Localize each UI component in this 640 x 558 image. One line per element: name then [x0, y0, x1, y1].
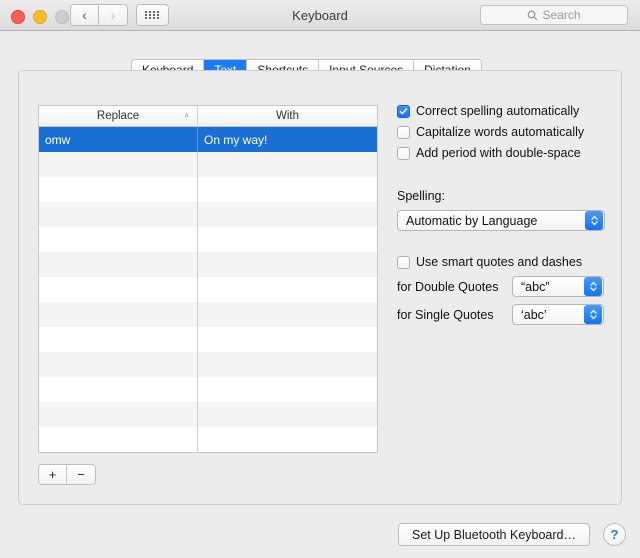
table-row[interactable]	[39, 327, 377, 352]
single-quotes-popup-button[interactable]: ‘abc’	[512, 304, 604, 325]
double-quotes-popup-button[interactable]: “abc”	[512, 276, 604, 297]
table-row[interactable]	[39, 427, 377, 452]
add-remove-control: + −	[38, 464, 96, 485]
cell-with[interactable]	[198, 152, 377, 177]
cell-with[interactable]	[198, 202, 377, 227]
set-up-bluetooth-keyboard-button[interactable]: Set Up Bluetooth Keyboard…	[398, 523, 590, 546]
cell-replace[interactable]: omw	[39, 127, 198, 152]
cell-replace[interactable]	[39, 277, 198, 302]
table-row[interactable]	[39, 252, 377, 277]
table-row[interactable]	[39, 227, 377, 252]
cell-with[interactable]	[198, 277, 377, 302]
checkbox-box[interactable]	[397, 147, 410, 160]
table-row[interactable]	[39, 177, 377, 202]
window-titlebar: ‹ › Keyboard Search	[0, 0, 640, 31]
column-header-label: Replace	[96, 110, 140, 122]
cell-with[interactable]	[198, 177, 377, 202]
checkbox-capitalize-words[interactable]: Capitalize words automatically	[397, 125, 612, 140]
cell-with[interactable]	[198, 327, 377, 352]
cell-replace[interactable]	[39, 227, 198, 252]
table-row[interactable]: omw On my way!	[39, 127, 377, 152]
spelling-label: Spelling:	[397, 189, 445, 203]
single-quotes-label: for Single Quotes	[397, 308, 494, 322]
cell-with[interactable]	[198, 252, 377, 277]
table-row[interactable]	[39, 352, 377, 377]
checkbox-smart-quotes[interactable]: Use smart quotes and dashes	[397, 255, 582, 270]
column-header-with[interactable]: With	[198, 106, 377, 126]
checkbox-correct-spelling[interactable]: Correct spelling automatically	[397, 104, 612, 119]
chevron-updown-icon	[584, 305, 602, 324]
cell-replace[interactable]	[39, 377, 198, 402]
window-title-text: Keyboard	[292, 8, 348, 23]
cell-with[interactable]	[198, 352, 377, 377]
checkbox-label: Correct spelling automatically	[416, 104, 580, 118]
sort-ascending-icon: ˄	[184, 111, 189, 121]
checkmark-icon	[399, 108, 408, 115]
checkbox-label: Add period with double-space	[416, 146, 581, 160]
double-quotes-value: “abc”	[521, 279, 550, 294]
spelling-value: Automatic by Language	[406, 213, 538, 228]
cell-replace[interactable]	[39, 252, 198, 277]
cell-with[interactable]: On my way!	[198, 127, 377, 152]
text-replacement-table[interactable]: Replace ˄ With omw On my way!	[38, 105, 378, 453]
table-row[interactable]	[39, 402, 377, 427]
chevron-updown-icon	[585, 211, 603, 230]
checkbox-box[interactable]	[397, 105, 410, 118]
cell-replace[interactable]	[39, 302, 198, 327]
cell-with[interactable]	[198, 227, 377, 252]
table-row[interactable]	[39, 202, 377, 227]
cell-with[interactable]	[198, 377, 377, 402]
text-options-group: Correct spelling automatically Capitaliz…	[397, 104, 612, 167]
chevron-updown-icon	[584, 277, 602, 296]
cell-replace[interactable]	[39, 152, 198, 177]
table-row[interactable]	[39, 277, 377, 302]
checkbox-box[interactable]	[397, 256, 410, 269]
cell-replace[interactable]	[39, 202, 198, 227]
cell-replace[interactable]	[39, 327, 198, 352]
cell-replace[interactable]	[39, 427, 198, 452]
help-button[interactable]: ?	[603, 523, 626, 546]
search-icon	[527, 10, 538, 21]
table-row[interactable]	[39, 377, 377, 402]
remove-entry-button[interactable]: −	[67, 465, 95, 484]
checkbox-label: Capitalize words automatically	[416, 125, 585, 139]
cell-replace[interactable]	[39, 177, 198, 202]
cell-replace[interactable]	[39, 352, 198, 377]
search-placeholder: Search	[542, 8, 581, 22]
cell-with[interactable]	[198, 402, 377, 427]
cell-replace[interactable]	[39, 402, 198, 427]
checkbox-box[interactable]	[397, 126, 410, 139]
spelling-popup-button[interactable]: Automatic by Language	[397, 210, 605, 231]
search-field[interactable]: Search	[480, 5, 628, 25]
table-row[interactable]	[39, 302, 377, 327]
checkbox-label: Use smart quotes and dashes	[416, 255, 583, 269]
column-header-replace[interactable]: Replace ˄	[39, 106, 198, 126]
table-row[interactable]	[39, 152, 377, 177]
checkbox-add-period[interactable]: Add period with double-space	[397, 146, 612, 161]
add-entry-button[interactable]: +	[39, 465, 67, 484]
single-quotes-value: ‘abc’	[521, 307, 547, 322]
cell-with[interactable]	[198, 427, 377, 452]
table-header-row: Replace ˄ With	[39, 106, 377, 127]
cell-with[interactable]	[198, 302, 377, 327]
double-quotes-label: for Double Quotes	[397, 280, 499, 294]
column-header-label: With	[276, 110, 299, 122]
